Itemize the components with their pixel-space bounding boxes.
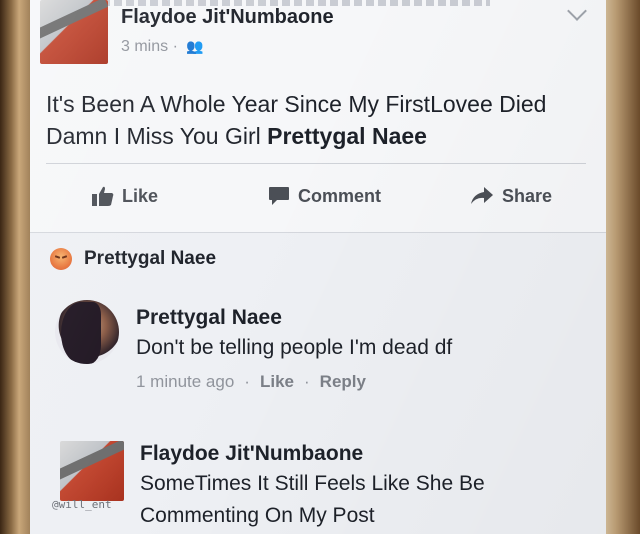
share-label: Share [502,185,553,206]
share-arrow-icon [471,187,493,204]
poster-avatar[interactable] [40,0,108,64]
avatar-stripe [60,441,124,482]
comment-like-link[interactable]: Like [260,372,294,391]
reply-text: SomeTimes It Still Feels Like She Be Com… [140,472,485,527]
comment-label: Comment [298,185,382,206]
comment-author[interactable]: Prettygal Naee [136,306,282,330]
comment-meta: 1 minute ago · Like · Reply [136,372,366,392]
post-meta: 3 mins · 👥 [121,38,204,56]
thumbs-up-icon [92,186,114,206]
like-label: Like [122,185,159,206]
comment-button[interactable]: Comment [268,178,381,214]
avatar-hair [61,302,101,364]
post-time[interactable]: 3 mins [121,38,168,55]
post-divider [46,163,586,164]
reaction-row[interactable]: Prettygal Naee [50,248,216,270]
meta-separator: · [304,372,310,391]
tagged-user[interactable]: Prettygal Naee [267,123,427,149]
watermark: @will_ent [52,498,112,511]
comment-icon [269,187,289,205]
comment-reply-link[interactable]: Reply [320,372,366,391]
commenter-avatar[interactable] [55,300,119,364]
post-card: Flaydoe Jit'Numbaone 3 mins · 👥 It's Bee… [30,0,606,233]
reaction-user-name[interactable]: Prettygal Naee [84,248,216,270]
friends-icon: 👥 [186,38,204,54]
phone-bezel-right [600,0,640,534]
avatar-stripe [40,0,108,41]
comment-text: Don't be telling people I'm dead df [136,336,453,359]
reply-avatar[interactable] [60,441,124,501]
poster-name[interactable]: Flaydoe Jit'Numbaone [121,6,334,29]
reply-author[interactable]: Flaydoe Jit'Numbaone [140,442,363,466]
meta-separator: · [244,372,250,391]
comment-time[interactable]: 1 minute ago [136,372,234,391]
comments-area: Prettygal Naee Prettygal Naee Don't be t… [30,232,606,534]
angry-icon [50,248,72,270]
phone-bezel-left [0,0,32,534]
chevron-down-icon[interactable] [567,1,587,21]
meta-separator: · [172,38,178,55]
post-text: It's Been A Whole Year Since My FirstLov… [46,88,586,152]
share-button[interactable]: Share [470,178,552,214]
phone-screen: Flaydoe Jit'Numbaone 3 mins · 👥 It's Bee… [30,0,606,534]
post-action-bar: Like Comment Share [30,178,606,214]
like-button[interactable]: Like [92,178,158,214]
